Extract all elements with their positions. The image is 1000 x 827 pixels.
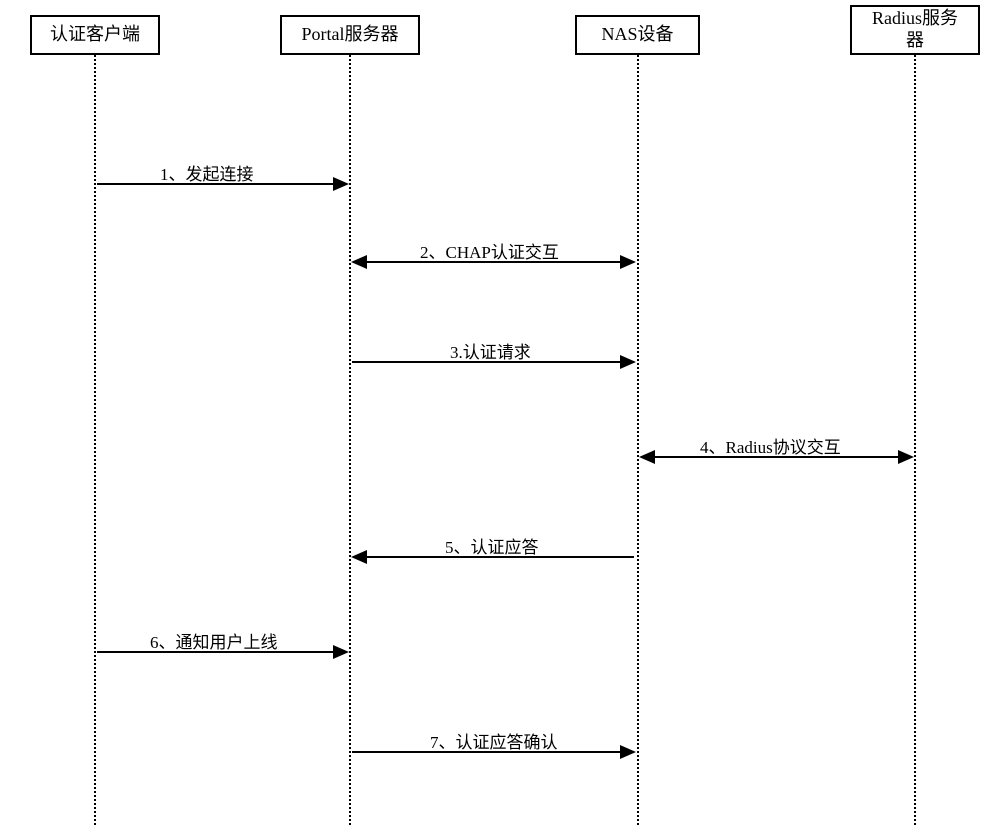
message-4-arrow-left — [639, 450, 655, 464]
message-7-arrow — [620, 745, 636, 759]
message-2-arrow-left — [351, 255, 367, 269]
participant-portal: Portal服务器 — [280, 15, 420, 55]
lifeline-nas — [637, 55, 639, 825]
participant-nas-label: NAS设备 — [601, 24, 673, 46]
message-5-arrow — [351, 550, 367, 564]
participant-radius-label-1: Radius服务 — [872, 8, 958, 30]
lifeline-portal — [349, 55, 351, 825]
message-4-label: 4、Radius协议交互 — [700, 433, 841, 458]
message-3-arrow — [620, 355, 636, 369]
message-7-label: 7、认证应答确认 — [430, 728, 558, 753]
message-4-line — [655, 456, 898, 458]
message-5-label: 5、认证应答 — [445, 533, 539, 558]
participant-radius: Radius服务 器 — [850, 5, 980, 55]
message-6-line — [97, 651, 333, 653]
message-1-line — [97, 183, 333, 185]
lifeline-client — [94, 55, 96, 825]
message-2-line — [367, 261, 620, 263]
message-1-label: 1、发起连接 — [160, 160, 254, 185]
message-3-line — [352, 361, 620, 363]
participant-nas: NAS设备 — [575, 15, 700, 55]
participant-client-label: 认证客户端 — [50, 24, 140, 46]
message-7-line — [352, 751, 620, 753]
message-3-label: 3.认证请求 — [450, 338, 531, 363]
participant-portal-label: Portal服务器 — [302, 24, 399, 46]
message-4-arrow-right — [898, 450, 914, 464]
message-6-arrow — [333, 645, 349, 659]
message-2-label: 2、CHAP认证交互 — [420, 238, 559, 263]
message-6-label: 6、通知用户上线 — [150, 628, 278, 653]
message-2-arrow-right — [620, 255, 636, 269]
lifeline-radius — [914, 55, 916, 825]
participant-radius-label-2: 器 — [906, 30, 924, 52]
message-1-arrow — [333, 177, 349, 191]
message-5-line — [367, 556, 634, 558]
participant-client: 认证客户端 — [30, 15, 160, 55]
